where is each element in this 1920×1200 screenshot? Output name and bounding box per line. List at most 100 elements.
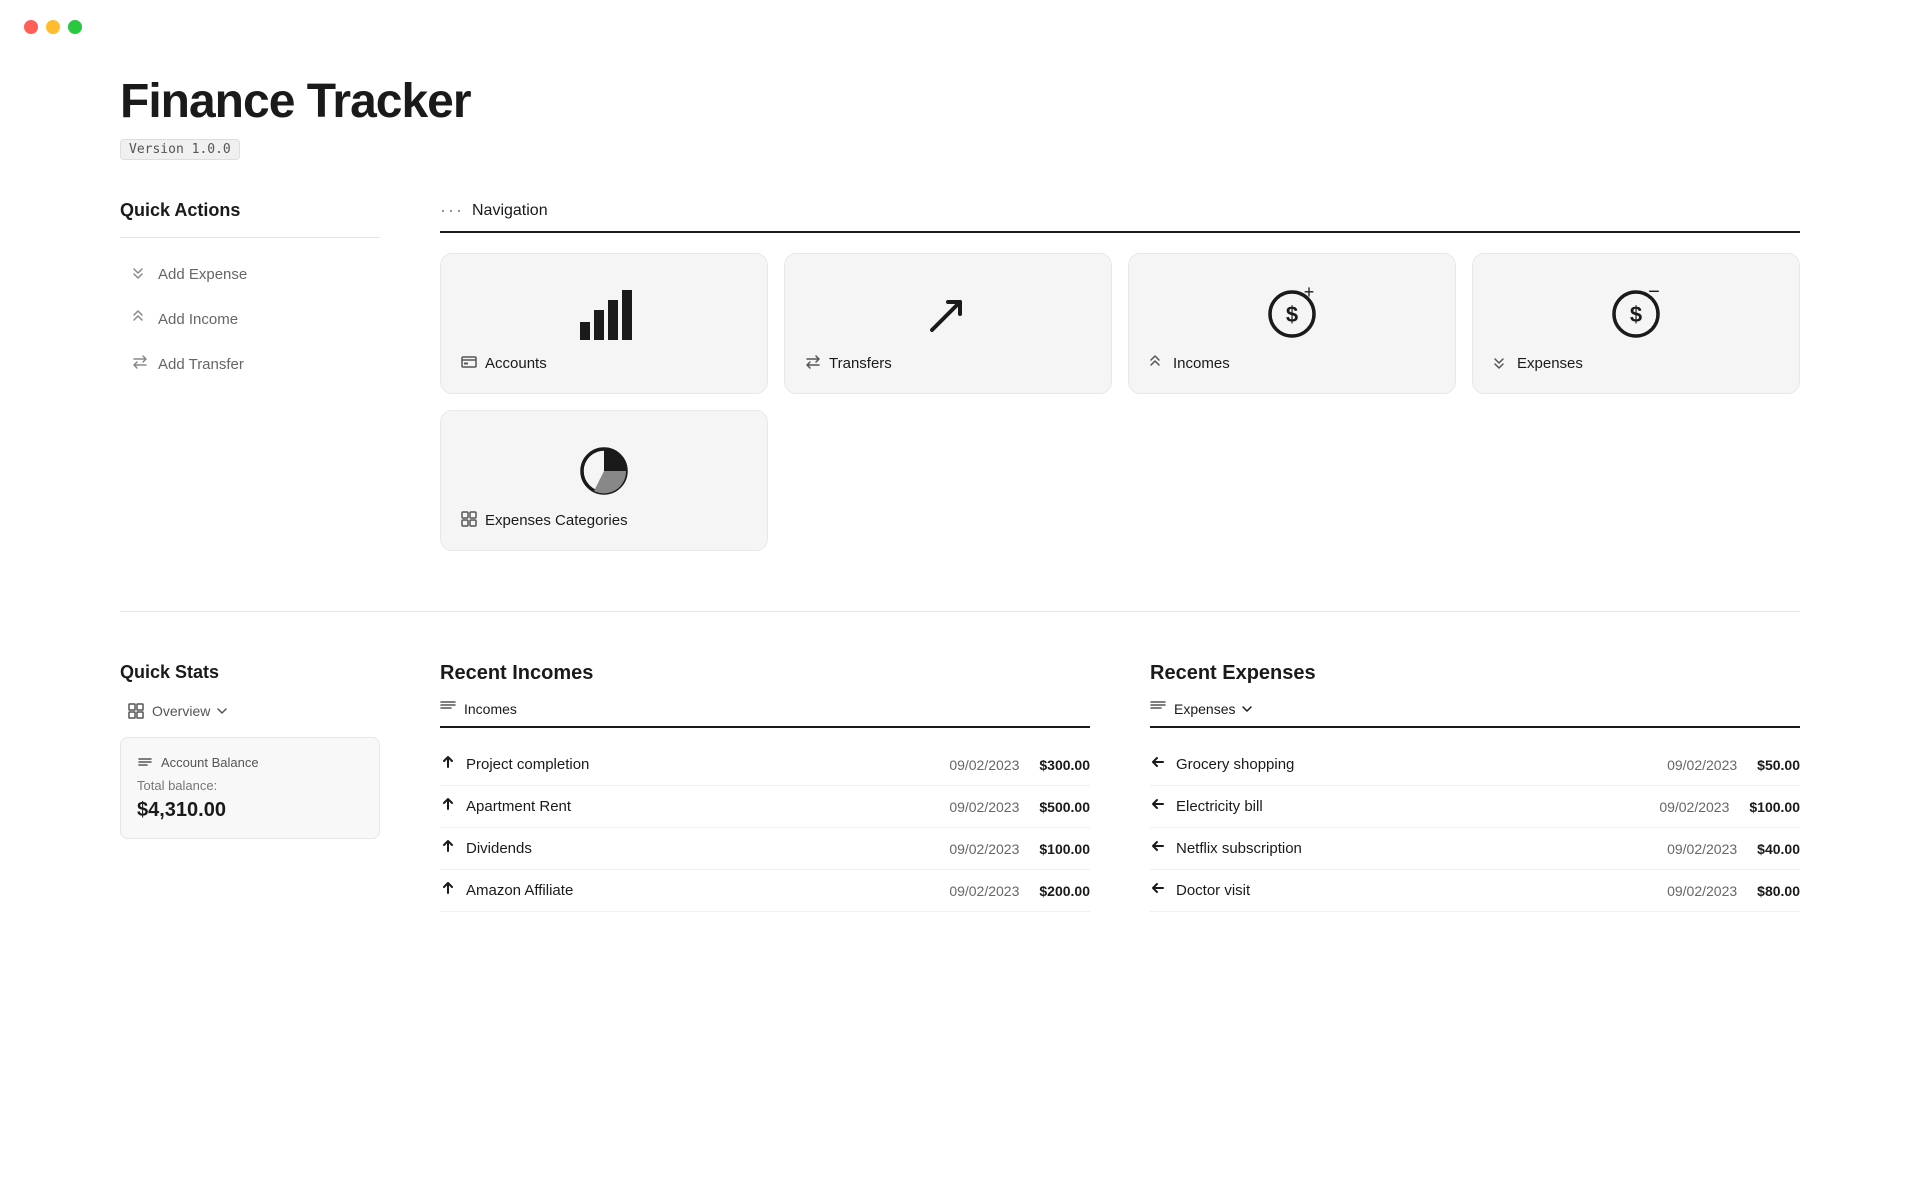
quick-actions-title: Quick Actions [120,200,380,221]
recent-expenses-tab: Expenses [1150,699,1800,728]
incomes-tab-label: Incomes [464,701,517,717]
page-title: Finance Tracker [120,74,1800,129]
expenses-categories-icon [461,431,747,511]
incomes-tab-icon [440,699,456,718]
recent-incomes-list: Project completion 09/02/2023 $300.00 [440,744,1090,912]
account-balance-label: Total balance: [137,778,363,793]
expenses-label: Expenses [1493,354,1779,373]
expense-name-3: Doctor visit [1176,882,1250,899]
expenses-categories-label: Expenses Categories [461,511,747,530]
svg-text:$: $ [1630,302,1642,327]
expense-arrow-icon-0 [1150,754,1166,775]
expense-item-1: Electricity bill 09/02/2023 $100.00 [1150,786,1800,828]
expenses-tab-dropdown-button[interactable]: Expenses [1174,701,1253,717]
income-arrow-icon-1 [440,796,456,817]
expenses-card[interactable]: $ − Expenses [1472,253,1800,394]
income-amount-0: $300.00 [1039,757,1090,773]
expenses-tab-icon [1150,699,1166,718]
account-balance-card: Account Balance Total balance: $4,310.00 [120,737,380,839]
accounts-label: Accounts [461,354,747,373]
maximize-button[interactable] [68,20,82,34]
incomes-card[interactable]: $ + Incomes [1128,253,1456,394]
overview-label: Overview [152,703,210,719]
income-name-0: Project completion [466,756,589,773]
income-date-2: 09/02/2023 [949,841,1019,857]
traffic-lights [0,0,1920,54]
quick-stats-header: Quick Stats [120,662,380,683]
navigation-header: ··· Navigation [440,200,1800,233]
income-date-3: 09/02/2023 [949,883,1019,899]
income-name-1: Apartment Rent [466,798,571,815]
expense-amount-0: $50.00 [1757,757,1800,773]
add-expense-icon [132,264,148,285]
close-button[interactable] [24,20,38,34]
expense-date-0: 09/02/2023 [1667,757,1737,773]
recent-expenses-title: Recent Expenses [1150,662,1800,685]
expense-item-3: Doctor visit 09/02/2023 $80.00 [1150,870,1800,912]
nav-dots-icon: ··· [440,200,464,221]
expense-name-2: Netflix subscription [1176,840,1302,857]
expense-date-1: 09/02/2023 [1659,799,1729,815]
expense-amount-1: $100.00 [1749,799,1800,815]
accounts-label-icon [461,354,477,373]
expenses-tab-label: Expenses [1174,701,1235,717]
add-transfer-button[interactable]: Add Transfer [120,344,380,385]
quick-stats-panel: Quick Stats Overview [120,662,380,912]
account-balance-value: $4,310.00 [137,799,363,822]
transfers-label: Transfers [805,354,1091,373]
add-transfer-icon [132,354,148,375]
navigation-area: ··· Navigation [440,200,1800,551]
income-date-0: 09/02/2023 [949,757,1019,773]
nav-cards-top-row: Accounts [440,253,1800,394]
recent-expenses-col: Recent Expenses Expenses [1150,662,1800,912]
account-balance-header: Account Balance [137,754,363,770]
svg-text:$: $ [1286,302,1298,327]
income-item-2: Dividends 09/02/2023 $100.00 [440,828,1090,870]
recent-incomes-tab: Incomes [440,699,1090,728]
income-arrow-icon-0 [440,754,456,775]
transfers-icon [805,274,1091,354]
add-income-label: Add Income [158,311,238,328]
expenses-categories-card[interactable]: Expenses Categories [440,410,768,551]
income-amount-3: $200.00 [1039,883,1090,899]
add-income-button[interactable]: Add Income [120,299,380,340]
accounts-icon [461,274,747,354]
income-name-3: Amazon Affiliate [466,882,573,899]
nav-cards-bottom-row: Expenses Categories [440,410,1800,551]
expenses-card-label: Expenses [1517,355,1583,372]
main-content: Finance Tracker Version 1.0.0 Quick Acti… [0,54,1920,972]
bottom-section: Quick Stats Overview [120,662,1800,912]
svg-text:−: − [1648,282,1660,303]
expense-date-2: 09/02/2023 [1667,841,1737,857]
quick-actions-panel: Quick Actions Add Expense [120,200,380,551]
income-date-1: 09/02/2023 [949,799,1019,815]
minimize-button[interactable] [46,20,60,34]
income-amount-1: $500.00 [1039,799,1090,815]
recent-incomes-col: Recent Incomes Incomes [440,662,1090,912]
expense-date-3: 09/02/2023 [1667,883,1737,899]
expense-amount-3: $80.00 [1757,883,1800,899]
incomes-icon: $ + [1149,274,1435,354]
recent-expenses-list: Grocery shopping 09/02/2023 $50.00 [1150,744,1800,912]
expense-name-0: Grocery shopping [1176,756,1294,773]
recent-cols: Recent Incomes Incomes [440,662,1800,912]
overview-dropdown-button[interactable]: Overview [120,699,236,723]
expenses-categories-label-icon [461,511,477,530]
transfers-card-label: Transfers [829,355,892,372]
account-balance-title: Account Balance [161,755,259,770]
expense-item-0: Grocery shopping 09/02/2023 $50.00 [1150,744,1800,786]
income-arrow-icon-2 [440,838,456,859]
incomes-label: Incomes [1149,354,1435,373]
income-arrow-icon-3 [440,880,456,901]
top-section: Quick Actions Add Expense [120,200,1800,551]
expense-arrow-icon-1 [1150,796,1166,817]
add-expense-button[interactable]: Add Expense [120,254,380,295]
expenses-icon: $ − [1493,274,1779,354]
transfers-label-icon [805,354,821,373]
expense-name-1: Electricity bill [1176,798,1263,815]
income-item-0: Project completion 09/02/2023 $300.00 [440,744,1090,786]
accounts-card[interactable]: Accounts [440,253,768,394]
expenses-label-icon [1493,354,1509,373]
transfers-card[interactable]: Transfers [784,253,1112,394]
quick-stats-title: Quick Stats [120,662,219,683]
